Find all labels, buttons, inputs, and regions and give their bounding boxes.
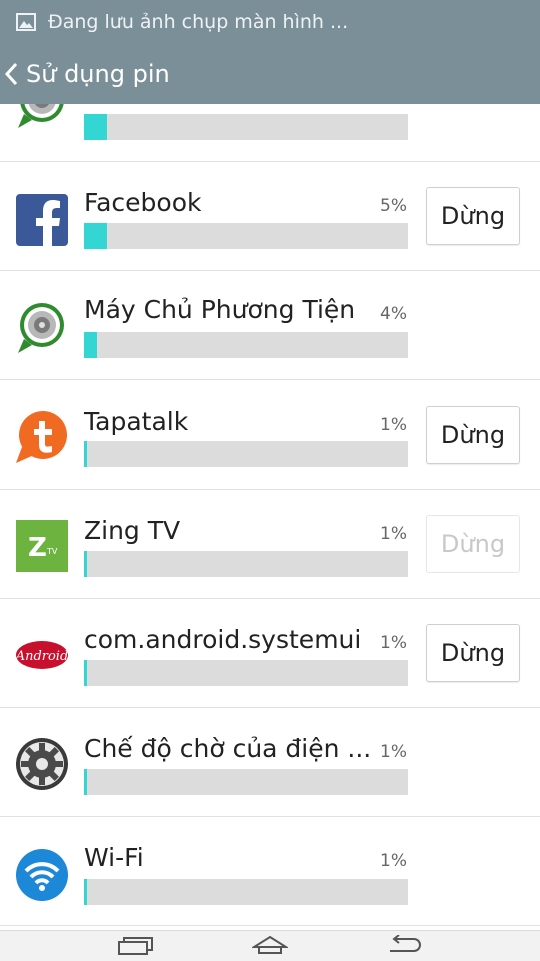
usage-percent: 1% — [380, 851, 407, 871]
usage-bar — [84, 114, 408, 140]
usage-percent: 1% — [380, 742, 407, 762]
facebook-icon — [14, 192, 70, 248]
app-name: Wi-Fi — [84, 843, 144, 872]
stop-button[interactable]: Dừng — [426, 624, 520, 682]
image-icon — [16, 13, 36, 31]
usage-bar-fill — [84, 332, 97, 358]
usage-bar-fill — [84, 769, 88, 795]
wifi-icon — [14, 847, 70, 903]
app-name: Máy Chủ Phương Tiện — [84, 295, 356, 324]
svg-text:Android: Android — [15, 649, 69, 664]
usage-bar — [84, 441, 408, 467]
app-name: Tapatalk — [84, 407, 189, 436]
app-name: Facebook — [84, 188, 202, 217]
recent-apps-icon[interactable] — [118, 935, 154, 955]
list-item-tapatalk[interactable]: Tapatalk 1% Dừng — [0, 381, 540, 490]
list-item-phone-standby[interactable]: Chế độ chờ của điện ... 1% — [0, 708, 540, 817]
status-text: Đang lưu ảnh chụp màn hình ... — [48, 11, 349, 33]
list-item-media-server[interactable]: Máy Chủ Phương Tiện 4% — [0, 271, 540, 380]
list-item-wifi[interactable]: Wi-Fi 1% — [0, 817, 540, 926]
stop-button: Dừng — [426, 515, 520, 573]
usage-percent: 1% — [380, 524, 407, 544]
usage-bar-fill — [84, 114, 107, 140]
status-bar: Đang lưu ảnh chụp màn hình ... — [0, 0, 540, 44]
usage-percent: 1% — [380, 633, 407, 653]
android-icon: Android — [14, 627, 70, 683]
usage-bar — [84, 660, 408, 686]
list-item-facebook[interactable]: Facebook 5% Dừng — [0, 162, 540, 271]
battery-usage-list[interactable]: Facebook 5% Dừng Máy Chủ Phương Tiện 4% — [0, 104, 540, 930]
zing-tv-icon: Z TV — [14, 518, 70, 574]
stop-button[interactable]: Dừng — [426, 187, 520, 245]
action-bar: Sử dụng pin — [0, 44, 540, 104]
usage-percent: 4% — [380, 304, 407, 324]
usage-bar-fill — [84, 660, 88, 686]
usage-bar — [84, 551, 408, 577]
media-server-icon — [14, 299, 70, 355]
media-server-icon — [14, 104, 70, 130]
tapatalk-icon — [14, 409, 70, 465]
svg-text:TV: TV — [46, 547, 58, 556]
list-item-systemui[interactable]: Android com.android.systemui 1% Dừng — [0, 599, 540, 708]
usage-bar-fill — [84, 879, 88, 905]
usage-bar-fill — [84, 551, 88, 577]
app-name: Zing TV — [84, 516, 181, 545]
app-name: Chế độ chờ của điện ... — [84, 734, 372, 763]
usage-bar — [84, 879, 408, 905]
chevron-left-icon[interactable] — [2, 59, 24, 89]
back-arrow-icon[interactable] — [386, 935, 422, 955]
home-icon[interactable] — [252, 935, 288, 955]
usage-percent: 5% — [380, 196, 407, 216]
usage-percent: 1% — [380, 415, 407, 435]
usage-bar — [84, 332, 408, 358]
stop-button[interactable]: Dừng — [426, 406, 520, 464]
usage-bar-fill — [84, 223, 107, 249]
usage-bar — [84, 223, 408, 249]
list-item[interactable] — [0, 104, 540, 162]
list-item-zing-tv[interactable]: Z TV Zing TV 1% Dừng — [0, 490, 540, 599]
settings-gear-icon — [14, 736, 70, 792]
svg-text:Z: Z — [28, 533, 47, 563]
usage-bar-fill — [84, 441, 88, 467]
usage-bar — [84, 769, 408, 795]
app-name: com.android.systemui — [84, 625, 362, 654]
navigation-bar — [0, 930, 540, 961]
page-title[interactable]: Sử dụng pin — [26, 60, 170, 88]
